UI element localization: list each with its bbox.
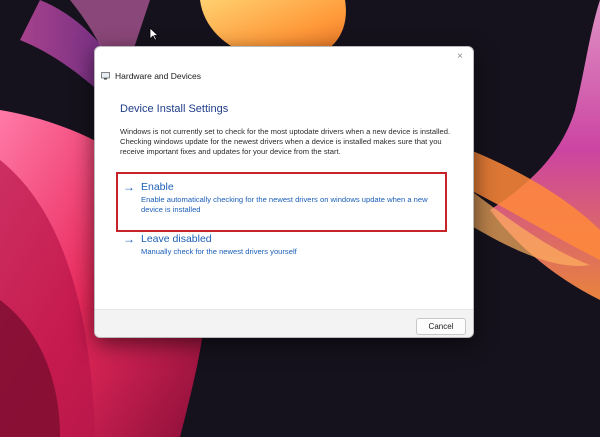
leave-disabled-option[interactable]: → Leave disabled Manually check for the … [123,233,443,261]
desktop-wallpaper: Hardware and Devices × Device Install Se… [0,0,600,437]
window-title: Hardware and Devices [115,71,201,81]
hardware-devices-dialog: Hardware and Devices × Device Install Se… [94,46,474,338]
arrow-right-icon: → [123,180,135,194]
enable-option-description: Enable automatically checking for the ne… [141,195,428,214]
close-icon: × [457,51,463,62]
leave-disabled-option-description: Manually check for the newest drivers yo… [141,247,297,256]
settings-description: Windows is not currently set to check fo… [120,127,451,156]
arrow-right-icon: → [123,232,135,246]
page-heading: Device Install Settings [120,103,229,115]
hardware-devices-icon [101,72,110,80]
mouse-pointer-icon [149,27,159,41]
enable-option-label: Enable [141,181,174,193]
close-button[interactable]: × [453,50,467,64]
enable-option[interactable]: → Enable Enable automatically checking f… [123,181,443,221]
title-bar: Hardware and Devices × [95,47,473,87]
leave-disabled-option-label: Leave disabled [141,233,212,245]
dialog-footer: Cancel [95,309,473,337]
cancel-button[interactable]: Cancel [416,318,466,335]
